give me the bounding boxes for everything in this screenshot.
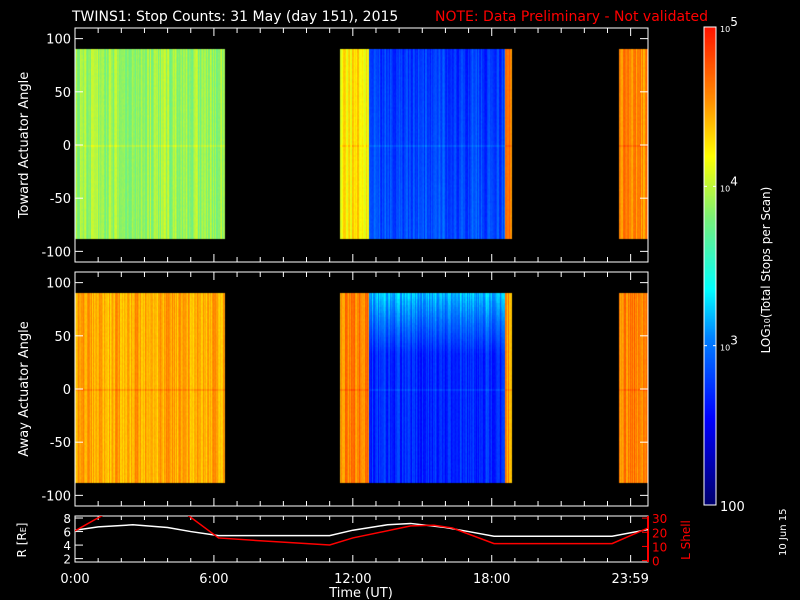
colorbar-tick-label: 100 <box>720 500 745 515</box>
lshell-tick-label: 0 <box>652 555 660 569</box>
r-series-line <box>75 522 648 538</box>
y-tick-label: -100 <box>41 489 71 504</box>
y-tick-label: 100 <box>46 33 71 48</box>
time-tick-label: 23:59 <box>611 572 648 587</box>
y-tick-label: -50 <box>50 192 71 207</box>
line-panel-frame <box>74 515 649 563</box>
toward-ylabel: Toward Actuator Angle <box>17 72 32 219</box>
away-ylabel: Away Actuator Angle <box>17 321 32 456</box>
colorbar-tick-label: 104 <box>720 174 738 193</box>
plot-axes: TWINS1: Stop Counts: 31 May (day 151), 2… <box>15 9 789 600</box>
colorbar-label: LOG10(Total Stops per Scan) <box>759 187 773 354</box>
time-tick-label: 18:00 <box>473 572 510 587</box>
plot-title: TWINS1: Stop Counts: 31 May (day 151), 2… <box>71 9 398 25</box>
colorbar-tick-label: 105 <box>720 15 738 34</box>
lshell-tick-label: 20 <box>652 526 667 540</box>
y-tick-label: 50 <box>54 86 71 101</box>
y-tick-label: 50 <box>54 330 71 345</box>
y-tick-label: 0 <box>63 139 71 154</box>
time-tick-label: 12:00 <box>334 572 371 587</box>
y-tick-label: 100 <box>46 277 71 292</box>
lshell-tick-label: 10 <box>652 540 667 554</box>
colorbar-frame <box>703 26 717 506</box>
r-tick-label: 8 <box>63 512 71 526</box>
time-xlabel: Time (UT) <box>328 586 393 600</box>
lshell-ylabel: L Shell <box>679 520 693 560</box>
panel-frame <box>74 271 649 507</box>
y-tick-label: -50 <box>50 436 71 451</box>
preliminary-note: NOTE: Data Preliminary - Not validated <box>435 9 708 25</box>
r-ylabel: R [RE] <box>15 523 29 558</box>
panel-frame <box>74 27 649 263</box>
colorbar-tick-label: 103 <box>720 334 738 353</box>
r-tick-label: 6 <box>63 526 71 540</box>
time-tick-label: 6:00 <box>199 572 228 587</box>
date-stamp: 10 Jun 15 <box>778 509 789 556</box>
r-tick-label: 4 <box>63 539 71 553</box>
time-tick-label: 0:00 <box>60 572 89 587</box>
y-tick-label: 0 <box>63 383 71 398</box>
y-tick-label: -100 <box>41 245 71 260</box>
r-tick-label: 2 <box>63 553 71 567</box>
twins-stop-counts-plot: TWINS1: Stop Counts: 31 May (day 151), 2… <box>0 0 800 600</box>
lshell-tick-label: 30 <box>652 512 667 526</box>
